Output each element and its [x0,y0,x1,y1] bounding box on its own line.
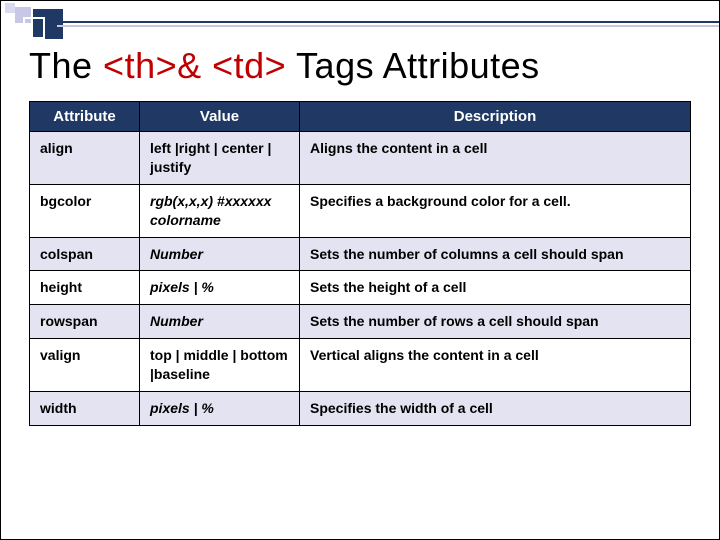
deco-square-icon [23,17,45,39]
cell-value: top | middle | bottom |baseline [140,339,300,392]
attributes-table: Attribute Value Description align left |… [29,101,691,426]
cell-desc: Sets the number of rows a cell should sp… [300,305,691,339]
table-row: bgcolor rgb(x,x,x) #xxxxxx colorname Spe… [30,184,691,237]
cell-attr: width [30,392,140,426]
slide: The <th>& <td> Tags Attributes Attribute… [0,0,720,540]
value-text: left |right | center | justify [150,140,271,175]
deco-square-icon [5,3,15,13]
table-row: colspan Number Sets the number of column… [30,237,691,271]
cell-attr: height [30,271,140,305]
table-row: align left |right | center | justify Ali… [30,132,691,185]
cell-desc: Sets the height of a cell [300,271,691,305]
cell-desc: Specifies the width of a cell [300,392,691,426]
cell-value: pixels | % [140,392,300,426]
cell-value: rgb(x,x,x) #xxxxxx colorname [140,184,300,237]
col-value: Value [140,102,300,132]
value-text: top | middle | bottom |baseline [150,347,288,382]
cell-attr: rowspan [30,305,140,339]
title-prefix: The [29,45,103,86]
value-text-italic: pixels | % [150,400,214,416]
table-row: height pixels | % Sets the height of a c… [30,271,691,305]
cell-value: left |right | center | justify [140,132,300,185]
corner-decoration [9,9,119,37]
col-description: Description [300,102,691,132]
value-text-italic: Number [150,313,203,329]
value-text-italic: Number [150,246,203,262]
cell-desc: Specifies a background color for a cell. [300,184,691,237]
table-row: rowspan Number Sets the number of rows a… [30,305,691,339]
cell-value: Number [140,305,300,339]
cell-value: Number [140,237,300,271]
cell-desc: Aligns the content in a cell [300,132,691,185]
title-suffix: Tags Attributes [286,45,539,86]
cell-attr: align [30,132,140,185]
header-rule [57,21,719,22]
cell-attr: valign [30,339,140,392]
value-text-italic: pixels | % [150,279,214,295]
table-row: valign top | middle | bottom |baseline V… [30,339,691,392]
table-row: width pixels | % Specifies the width of … [30,392,691,426]
title-tags: <th>& <td> [103,45,286,86]
cell-value: pixels | % [140,271,300,305]
col-attribute: Attribute [30,102,140,132]
value-text-italic: rgb(x,x,x) #xxxxxx colorname [150,193,271,228]
table-header-row: Attribute Value Description [30,102,691,132]
cell-desc: Vertical aligns the content in a cell [300,339,691,392]
cell-attr: bgcolor [30,184,140,237]
slide-title: The <th>& <td> Tags Attributes [29,45,691,87]
cell-attr: colspan [30,237,140,271]
cell-desc: Sets the number of columns a cell should… [300,237,691,271]
